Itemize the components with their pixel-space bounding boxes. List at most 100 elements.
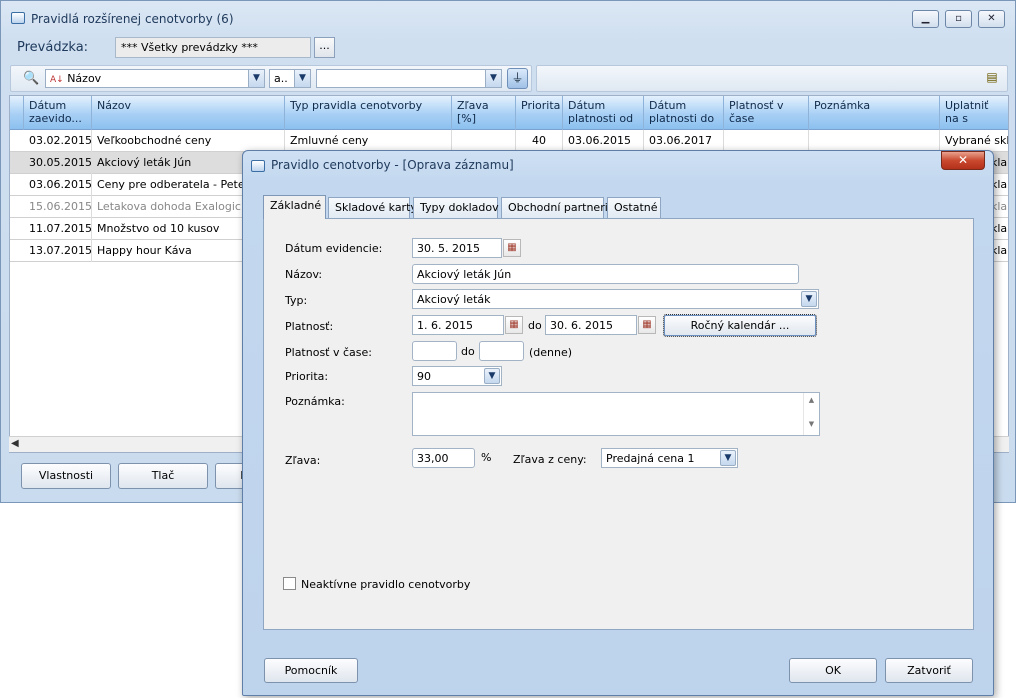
tab-panel-zakladne: Dátum evidencie: 30. 5. 2015 ▦ Názov: Ak…	[263, 218, 974, 630]
column-header-platnost-cas[interactable]: Platnosť v čase	[724, 96, 809, 130]
prevadzka-label: Prevádzka:	[17, 40, 89, 55]
chevron-down-icon[interactable]: ▼	[294, 70, 310, 87]
neaktivne-checkbox[interactable]	[283, 577, 296, 590]
dialog-window-icon	[251, 160, 265, 172]
chevron-down-icon[interactable]: ▼	[720, 450, 736, 466]
nazov-input[interactable]: Akciový leták Jún	[412, 264, 799, 284]
main-titlebar: Pravidlá rozšírenej cenotvorby (6) ▁ ▫ ✕	[1, 1, 1015, 35]
chevron-left-icon[interactable]: ◀	[11, 438, 19, 449]
zlava-z-ceny-label: Zľava z ceny:	[513, 453, 587, 466]
tab-typy-dokladov[interactable]: Typy dokladov	[413, 197, 499, 218]
datum-input[interactable]: 30. 5. 2015	[412, 238, 502, 258]
chevron-down-icon[interactable]: ▼	[484, 368, 500, 384]
column-header-priorita[interactable]: Priorita	[516, 96, 563, 130]
cell-uplatnit: Vybrané skla	[940, 130, 1008, 152]
poznamka-label: Poznámka:	[285, 395, 345, 408]
platnost-from-input[interactable]: 1. 6. 2015	[412, 315, 504, 335]
zlava-input[interactable]: 33,00	[412, 448, 475, 468]
cas-from-input[interactable]	[412, 341, 457, 361]
vlastnosti-button[interactable]: Vlastnosti	[21, 463, 111, 489]
pomocnik-button[interactable]: Pomocník	[264, 658, 358, 683]
column-header-platnost-do[interactable]: Dátum platnosti do	[644, 96, 724, 130]
zatvorit-button[interactable]: Zatvoriť	[885, 658, 973, 683]
main-window-title: Pravidlá rozšírenej cenotvorby (6)	[31, 12, 234, 26]
prevadzka-field[interactable]: *** Všetky prevádzky ***	[115, 37, 311, 58]
cell-datum: 15.06.2015	[24, 196, 92, 218]
column-header-typ[interactable]: Typ pravidla cenotvorby	[285, 96, 452, 130]
column-header-platnost-od[interactable]: Dátum platnosti od	[563, 96, 644, 130]
cell-platnost-do: 03.06.2017	[644, 130, 724, 152]
grid-header: Dátum zaevido... Názov Typ pravidla ceno…	[10, 96, 1008, 130]
platnost-label: Platnosť:	[285, 320, 334, 333]
calendar-icon[interactable]: ▦	[503, 239, 521, 257]
tab-zakladne[interactable]: Základné	[263, 195, 326, 219]
cell-platnost-od: 03.06.2015	[563, 130, 644, 152]
typ-select[interactable]: Akciový leták ▼	[412, 289, 819, 309]
cell-platnost-cas	[724, 130, 809, 152]
tab-skladove-karty[interactable]: Skladové karty	[328, 197, 417, 218]
denne-label: (denne)	[529, 346, 573, 359]
platnost-to-input[interactable]: 30. 6. 2015	[545, 315, 637, 335]
ok-button[interactable]: OK	[789, 658, 877, 683]
edit-rule-dialog: Pravidlo cenotvorby - [Oprava záznamu] ✕…	[242, 150, 994, 696]
prevadzka-browse-button[interactable]: ...	[314, 37, 335, 58]
vertical-scrollbar[interactable]: ▲ ▼	[803, 393, 819, 435]
column-header-zlava[interactable]: Zľava [%]	[452, 96, 516, 130]
chevron-up-icon[interactable]: ▲	[804, 396, 819, 404]
cell-typ: Zmluvné ceny	[285, 130, 452, 152]
zlava-label: Zľava:	[285, 454, 321, 467]
calendar-icon[interactable]: ▦	[505, 316, 523, 334]
tab-obchodni-partneri[interactable]: Obchodní partneri	[501, 197, 608, 218]
window-icon	[11, 12, 25, 24]
platnost-cas-label: Platnosť v čase:	[285, 346, 372, 359]
dialog-title: Pravidlo cenotvorby - [Oprava záznamu]	[271, 158, 514, 172]
cas-to-input[interactable]	[479, 341, 524, 361]
column-header-poznamka[interactable]: Poznámka	[809, 96, 940, 130]
tab-ostatne[interactable]: Ostatné	[607, 197, 661, 218]
cell-zlava	[452, 130, 516, 152]
dialog-close-button[interactable]: ✕	[941, 151, 985, 170]
table-row[interactable]: 03.02.2015 Veľkoobchodné ceny Zmluvné ce…	[10, 130, 1008, 152]
operator-select[interactable]: a.. ▼	[269, 69, 311, 88]
cell-datum: 11.07.2015	[24, 218, 92, 240]
chevron-down-icon[interactable]: ▼	[804, 420, 819, 428]
neaktivne-label: Neaktívne pravidlo cenotvorby	[301, 578, 471, 591]
datum-label: Dátum evidencie:	[285, 242, 383, 255]
sort-az-icon: A↓	[50, 75, 64, 85]
percent-label: %	[481, 451, 492, 464]
row-indicator-header	[10, 96, 24, 130]
cell-poznamka	[809, 130, 940, 152]
maximize-button[interactable]: ▫	[945, 10, 972, 28]
search-text-input[interactable]: ▼	[316, 69, 502, 88]
column-header-uplatnit[interactable]: Uplatniť na s	[940, 96, 1008, 130]
chevron-down-icon[interactable]: ▼	[801, 291, 817, 307]
priorita-label: Priorita:	[285, 370, 329, 383]
poznamka-textarea[interactable]: ▲ ▼	[412, 392, 820, 436]
cell-datum: 03.06.2015	[24, 174, 92, 196]
filter-icon[interactable]: ⏚	[507, 68, 528, 89]
cell-datum: 30.05.2015	[24, 152, 92, 174]
column-header-nazov[interactable]: Názov	[92, 96, 285, 130]
tlac-button[interactable]: Tlač	[118, 463, 208, 489]
secondary-toolbar	[536, 65, 1008, 92]
chevron-down-icon[interactable]: ▼	[485, 70, 501, 87]
binoculars-icon[interactable]: 🔍	[23, 71, 39, 86]
calendar-icon[interactable]: ▦	[638, 316, 656, 334]
chevron-down-icon[interactable]: ▼	[248, 70, 264, 87]
close-button[interactable]: ✕	[978, 10, 1005, 28]
typ-label: Typ:	[285, 294, 308, 307]
search-field-select[interactable]: A↓ Názov ▼	[45, 69, 265, 88]
priorita-select[interactable]: 90 ▼	[412, 366, 502, 386]
cell-priorita: 40	[516, 130, 563, 152]
zlava-z-ceny-select[interactable]: Predajná cena 1 ▼	[601, 448, 738, 468]
toolbar-options-icon[interactable]: ▤	[981, 70, 1003, 88]
cell-nazov: Veľkoobchodné ceny	[92, 130, 285, 152]
minimize-button[interactable]: ▁	[912, 10, 939, 28]
nazov-label: Názov:	[285, 268, 323, 281]
column-header-datum[interactable]: Dátum zaevido...	[24, 96, 92, 130]
cell-datum: 13.07.2015	[24, 240, 92, 262]
cell-datum: 03.02.2015	[24, 130, 92, 152]
rocny-kalendar-button[interactable]: Ročný kalendár ...	[663, 314, 817, 337]
platnost-do-label: do	[528, 319, 542, 332]
cas-do-label: do	[461, 345, 475, 358]
